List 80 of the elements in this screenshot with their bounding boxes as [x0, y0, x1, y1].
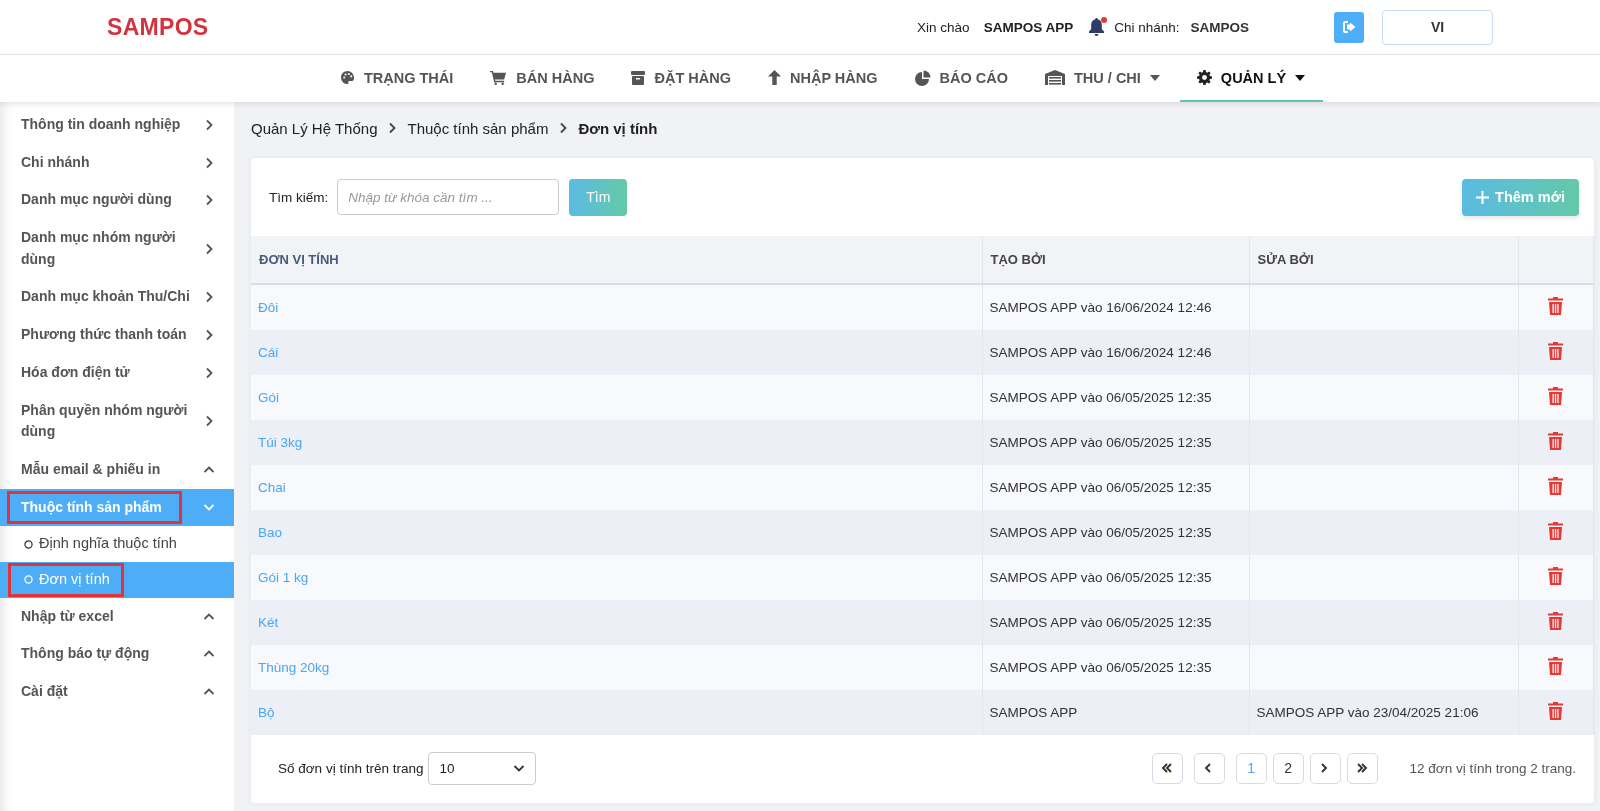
nav-tab[interactable]: THU / CHI [1028, 55, 1178, 102]
nav-tab[interactable]: NHẬP HÀNG [750, 55, 896, 102]
caret-icon [1149, 74, 1160, 81]
language-button[interactable]: VI [1382, 9, 1493, 45]
trash-icon[interactable] [1548, 342, 1564, 360]
page-button[interactable]: 2 [1272, 752, 1304, 784]
pie-chart-icon [914, 69, 931, 86]
sidebar-item[interactable]: Danh mục nhóm người dùng [0, 219, 234, 279]
nav-tab[interactable]: BÁO CÁO [897, 55, 1026, 102]
sidebar-item[interactable]: Thông báo tự động [0, 635, 234, 674]
search-label: Tìm kiếm: [269, 189, 329, 205]
previous-page-button[interactable] [1193, 752, 1225, 784]
last-page-button[interactable] [1346, 752, 1378, 784]
nav-tab[interactable]: ĐẶT HÀNG [614, 55, 749, 102]
nav-tab[interactable]: TRẠNG THÁI [322, 55, 472, 102]
page-size-label: Số đơn vị tính trên trang [278, 760, 424, 776]
pagination-summary: 12 đơn vị tính trong 2 trang. [1409, 760, 1576, 776]
warehouse-icon [1045, 70, 1065, 85]
nav-tab[interactable]: QUẢN LÝ [1179, 55, 1324, 102]
sidebar-item[interactable]: Phương thức thanh toán [0, 316, 234, 354]
double-chevron-left-icon [1160, 762, 1175, 774]
logout-icon [1342, 21, 1356, 33]
trash-icon[interactable] [1548, 657, 1564, 675]
table-cell: SAMPOS APP vào 06/05/2025 12:35 [989, 480, 1212, 495]
notification-bell-icon[interactable] [1089, 18, 1105, 36]
table-cell: SAMPOS APP vào 16/06/2024 12:46 [989, 345, 1212, 360]
logout-button[interactable] [1334, 11, 1364, 43]
sidebar-item[interactable]: Cài đặt [0, 673, 234, 711]
trash-icon[interactable] [1548, 477, 1564, 495]
cart-icon [490, 70, 508, 85]
column-header: TẠO BỞI [982, 236, 1249, 284]
logo[interactable]: SAMPOS [107, 13, 209, 41]
next-page-button[interactable] [1309, 752, 1341, 784]
circle-icon [24, 575, 33, 585]
nav-tab[interactable]: BÁN HÀNG [473, 55, 613, 102]
table-cell: SAMPOS APP [989, 705, 1078, 720]
first-page-button[interactable] [1151, 752, 1183, 784]
breadcrumb-item[interactable]: Quản Lý Hệ Thống [251, 119, 378, 137]
trash-icon[interactable] [1548, 702, 1564, 720]
branch-label: Chi nhánh: [1114, 19, 1180, 35]
circle-icon [24, 539, 33, 549]
sidebar-subitem[interactable]: Định nghĩa thuộc tính [0, 526, 234, 562]
column-header: SỬA BỞI [1249, 236, 1518, 284]
sidebar-item[interactable]: Mẫu email & phiếu in [0, 450, 234, 489]
sidebar-item[interactable]: Danh mục khoản Thu/Chi [0, 278, 234, 317]
page-size-select[interactable]: 10 [428, 751, 537, 785]
settings-icon [1196, 70, 1212, 85]
table-cell: SAMPOS APP vào 06/05/2025 12:35 [989, 435, 1212, 450]
branch-name: SAMPOS [1190, 19, 1249, 35]
palette-icon [339, 70, 355, 85]
trash-icon[interactable] [1548, 432, 1564, 450]
sidebar-item[interactable]: Danh mục người dùng [0, 181, 234, 220]
plus-icon [1476, 190, 1490, 204]
trash-icon[interactable] [1548, 612, 1564, 630]
greeting-text: Xin chào [917, 19, 970, 35]
user-name: SAMPOS APP [983, 19, 1074, 35]
column-header: ĐƠN VỊ TÍNH [251, 236, 982, 284]
sidebar-item[interactable]: Hóa đơn điện tử [0, 353, 234, 392]
table-cell: SAMPOS APP vào 06/05/2025 12:35 [989, 525, 1212, 540]
sidebar-item[interactable]: Thông tin doanh nghiệp [0, 106, 234, 144]
table-cell: SAMPOS APP vào 16/06/2024 12:46 [989, 300, 1212, 315]
box-icon [631, 70, 646, 85]
table-cell: SAMPOS APP vào 06/05/2025 12:35 [989, 390, 1212, 405]
sidebar-item[interactable]: Nhập từ excel [0, 597, 234, 636]
sidebar-item[interactable]: Chi nhánh [0, 143, 234, 182]
trash-icon[interactable] [1548, 522, 1564, 540]
breadcrumb-item: Đơn vị tính [578, 119, 658, 137]
table-cell: SAMPOS APP vào 23/04/2025 21:06 [1256, 705, 1479, 720]
sidebar-item[interactable]: Phân quyền nhóm người dùng [0, 391, 234, 451]
arrow-up-icon [767, 70, 781, 85]
double-chevron-right-icon [1355, 762, 1370, 774]
trash-icon[interactable] [1548, 297, 1564, 315]
table-cell: SAMPOS APP vào 06/05/2025 12:35 [989, 570, 1212, 585]
breadcrumb-item[interactable]: Thuộc tính sản phẩm [407, 119, 549, 137]
search-field[interactable]: Nhập từ khóa cần tìm ... [337, 179, 560, 215]
table-cell: SAMPOS APP vào 06/05/2025 12:35 [989, 660, 1212, 675]
caret-icon [1295, 74, 1306, 81]
trash-icon[interactable] [1548, 387, 1564, 405]
trash-icon[interactable] [1548, 567, 1564, 585]
table-cell: SAMPOS APP vào 06/05/2025 12:35 [989, 615, 1212, 630]
